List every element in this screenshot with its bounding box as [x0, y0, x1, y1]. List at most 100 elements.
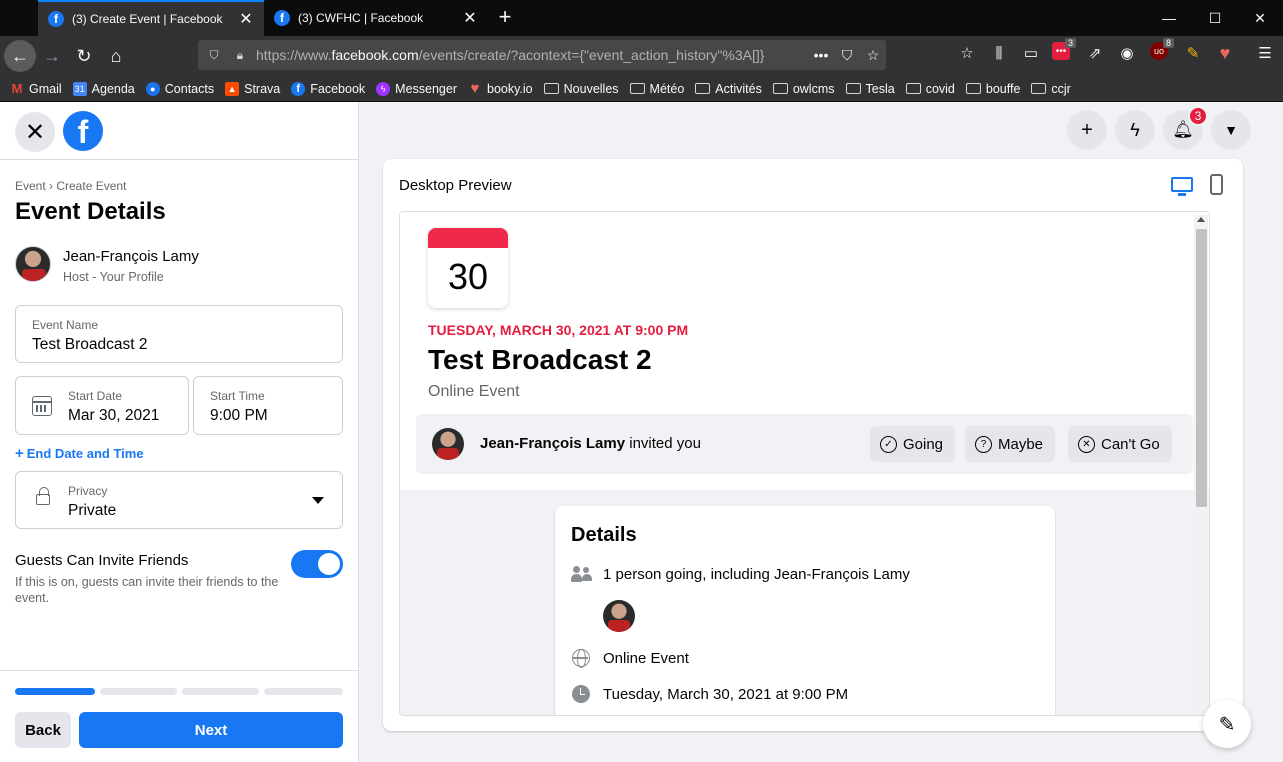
open-external-icon[interactable]: ⇗: [1084, 42, 1106, 64]
folder-icon: [772, 83, 788, 94]
bookmark-facebook[interactable]: f Facebook: [291, 81, 365, 96]
maximize-button[interactable]: ☐: [1192, 0, 1238, 36]
event-header: 30 TUESDAY, MARCH 30, 2021 AT 9:00 PM Te…: [400, 212, 1209, 490]
ublock-icon[interactable]: uo 8: [1150, 38, 1174, 60]
close-button[interactable]: ✕: [15, 112, 55, 152]
guests-invite-title: Guests Can Invite Friends: [15, 552, 189, 569]
event-date: TUESDAY, MARCH 30, 2021 AT 9:00 PM: [428, 322, 689, 338]
bookmark-label: Nouvelles: [563, 81, 619, 96]
avatar[interactable]: [603, 600, 635, 632]
create-button[interactable]: +: [1067, 110, 1107, 150]
reading-list-icon[interactable]: ☆: [956, 42, 978, 64]
inviter-name: Jean-François Lamy: [480, 435, 626, 452]
scroll-up-arrow-icon[interactable]: [1197, 217, 1205, 222]
menu-icon[interactable]: ☰: [1254, 42, 1276, 64]
bookmark-strava[interactable]: ▲ Strava: [225, 81, 280, 96]
url-bar[interactable]: ⛉ 🔒︎ https://www.facebook.com/events/cre…: [198, 40, 886, 70]
extension-icon[interactable]: ✎: [1182, 42, 1204, 64]
close-window-button[interactable]: ✕: [1237, 0, 1283, 36]
bookmark-folder-owlcms[interactable]: owlcms: [772, 82, 835, 96]
compose-button[interactable]: ✎: [1203, 700, 1251, 748]
progress-step-1: [15, 688, 95, 695]
bookmark-gmail[interactable]: M Gmail: [10, 81, 62, 96]
lock-icon[interactable]: 🔒︎: [230, 40, 250, 70]
new-tab-button[interactable]: +: [492, 6, 518, 30]
next-button[interactable]: Next: [79, 712, 343, 748]
tab-cwfhc[interactable]: f (3) CWFHC | Facebook ✕: [264, 0, 488, 36]
preview-frame: 30 TUESDAY, MARCH 30, 2021 AT 9:00 PM Te…: [399, 211, 1210, 716]
facebook-favicon-icon: f: [48, 11, 64, 27]
mobile-icon[interactable]: [1210, 174, 1223, 195]
minimize-button[interactable]: —: [1146, 0, 1192, 36]
home-button[interactable]: ⌂: [100, 40, 132, 72]
notification-badge: 3: [1188, 106, 1208, 126]
scroll-thumb[interactable]: [1196, 229, 1207, 507]
extension-badge: 3: [1064, 38, 1076, 48]
reload-button[interactable]: ↻: [68, 40, 100, 72]
url-text[interactable]: https://www.facebook.com/events/create/?…: [256, 47, 808, 63]
close-icon[interactable]: ✕: [462, 8, 478, 28]
tab-create-event[interactable]: f (3) Create Event | Facebook ✕: [38, 0, 264, 36]
bookmark-label: covid: [925, 81, 955, 96]
bookmark-star-icon[interactable]: ☆: [860, 47, 886, 64]
bookmark-folder-nouvelles[interactable]: Nouvelles: [543, 81, 619, 96]
bookmark-folder-covid[interactable]: covid: [905, 81, 955, 96]
field-value: Private: [68, 502, 117, 519]
desktop-icon[interactable]: [1171, 177, 1193, 196]
folder-icon: [543, 83, 559, 94]
sidebar-icon[interactable]: ▭: [1020, 42, 1042, 64]
privacy-select[interactable]: Privacy Private: [15, 471, 343, 529]
bookmark-folder-bouffe[interactable]: bouffe: [965, 82, 1020, 96]
divider: [0, 159, 359, 160]
plus-icon: +: [15, 445, 24, 462]
account-icon[interactable]: ◉: [1116, 42, 1138, 64]
facebook-logo-icon[interactable]: f: [63, 111, 103, 151]
caret-down-icon: [312, 497, 324, 504]
details-online-row: Online Event: [571, 648, 689, 668]
bookmark-folder-tesla[interactable]: Tesla: [845, 82, 895, 96]
browser-tab-bar: f (3) Create Event | Facebook ✕ f (3) CW…: [0, 0, 1283, 36]
maybe-button[interactable]: ? Maybe: [965, 426, 1056, 462]
messenger-button[interactable]: ϟ: [1115, 110, 1155, 150]
facebook-icon: f: [291, 81, 306, 96]
page-scrollbar[interactable]: [1271, 102, 1283, 762]
going-button[interactable]: ✓ Going: [870, 426, 956, 462]
caret-down-icon: ▼: [1224, 122, 1238, 138]
date-badge-strip: [428, 228, 508, 248]
progress-step-3: [182, 688, 259, 695]
lastpass-icon[interactable]: ••• 3: [1052, 38, 1076, 60]
account-menu-button[interactable]: ▼: [1211, 110, 1251, 150]
back-button[interactable]: Back: [15, 712, 71, 748]
page-title: Event Details: [15, 198, 166, 225]
breadcrumb: Event › Create Event: [15, 179, 127, 193]
close-icon[interactable]: ✕: [238, 9, 254, 29]
heart-icon[interactable]: ♥: [1214, 42, 1236, 64]
end-date-link[interactable]: + End Date and Time: [15, 445, 144, 462]
more-actions-icon[interactable]: •••: [808, 47, 834, 63]
guests-invite-toggle[interactable]: [291, 550, 343, 578]
field-label: Start Time: [210, 389, 265, 403]
start-date-field[interactable]: Start Date Mar 30, 2021: [15, 376, 189, 435]
bookmark-folder-meteo[interactable]: Météo: [629, 82, 684, 96]
invite-suffix: invited you: [625, 435, 701, 452]
bookmark-booky[interactable]: ♥ booky.io: [468, 80, 533, 97]
bookmark-contacts[interactable]: ● Contacts: [145, 81, 214, 96]
cant-go-button[interactable]: ✕ Can't Go: [1068, 426, 1172, 462]
back-button[interactable]: ←: [4, 40, 36, 72]
bookmark-messenger[interactable]: ϟ Messenger: [376, 81, 457, 96]
bookmark-agenda[interactable]: 31 Agenda: [72, 81, 135, 96]
library-icon[interactable]: ⫼: [988, 42, 1010, 64]
preview-scrollbar[interactable]: [1194, 215, 1208, 715]
event-name-field[interactable]: Event Name Test Broadcast 2: [15, 305, 343, 363]
bookmark-folder-activites[interactable]: Activités: [695, 82, 762, 96]
shield-icon[interactable]: ⛉: [204, 40, 224, 70]
pocket-icon[interactable]: ⛉: [834, 47, 860, 64]
invite-bar: Jean-François Lamy invited you ✓ Going ? M…: [416, 414, 1193, 474]
field-value: 9:00 PM: [210, 407, 268, 424]
bookmark-folder-ccjr[interactable]: ccjr: [1031, 82, 1071, 96]
globe-icon: [571, 648, 591, 668]
forward-button[interactable]: →: [36, 40, 68, 72]
extension-badge: 8: [1162, 38, 1174, 48]
start-time-field[interactable]: Start Time 9:00 PM: [193, 376, 343, 435]
bookmark-label: Messenger: [395, 81, 457, 96]
